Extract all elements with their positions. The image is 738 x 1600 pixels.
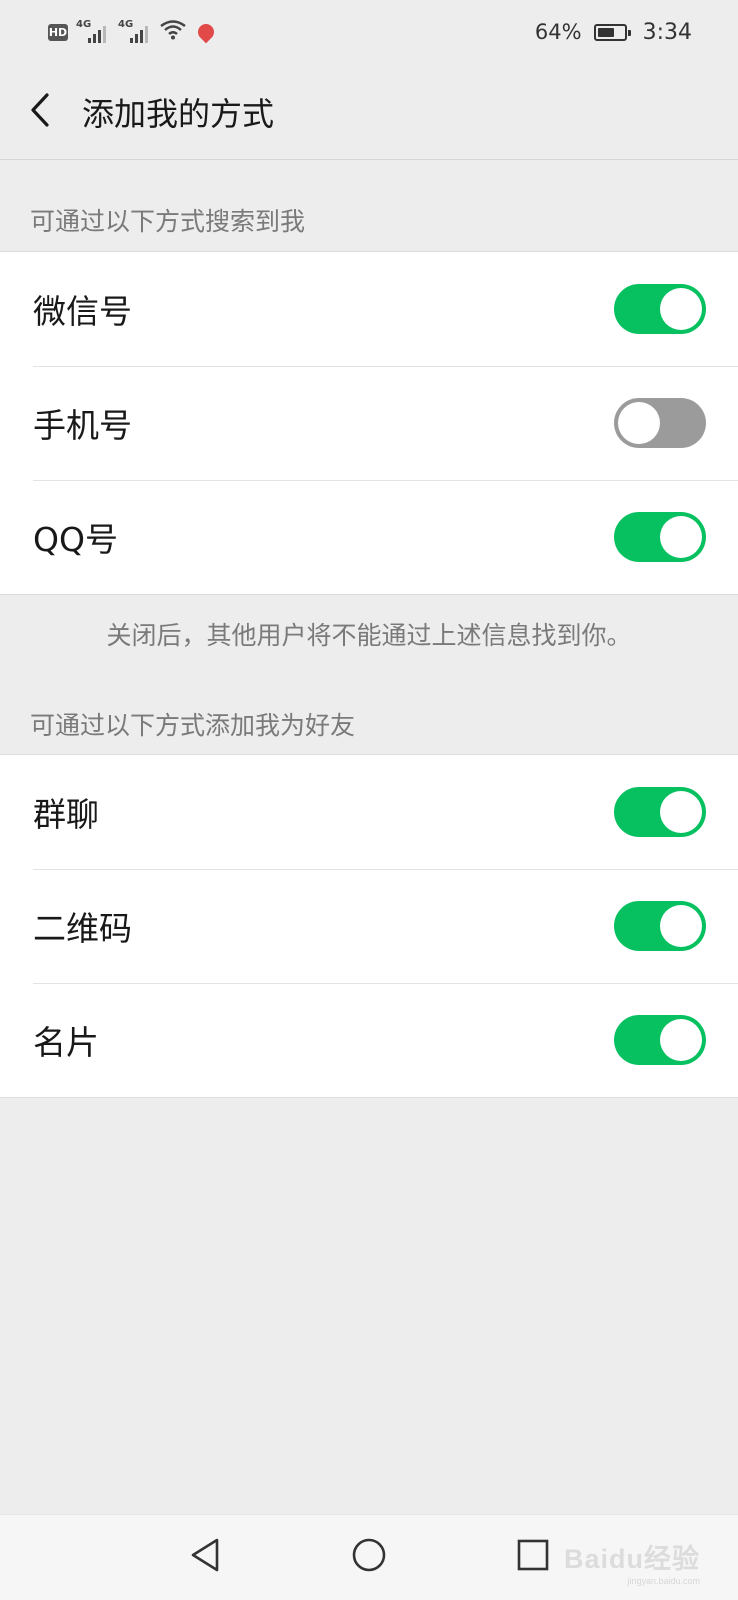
battery-icon [593,23,631,41]
location-pin-icon [194,20,218,44]
watermark-url-text: jingyan.baidu.com [627,1576,700,1586]
setting-label: 名片 [33,1023,99,1062]
search-settings-group: 微信号 手机号 QQ号 [0,251,738,595]
setting-label: QQ号 [33,520,118,559]
square-recents-icon [516,1538,550,1576]
hint-text: 关闭后，其他用户将不能通过上述信息找到你。 [106,621,632,650]
baidu-watermark: Baidu经验 jingyan.baidu.com [564,1537,700,1586]
page-title: 添加我的方式 [82,94,275,133]
setting-label: 微信号 [33,292,132,331]
setting-label: 二维码 [33,909,132,948]
toggle-switch-business-card[interactable] [614,1015,706,1065]
watermark-logo-text: Baidu经验 [563,1544,700,1574]
setting-row-qr-code: 二维码 [0,869,738,983]
toggle-switch-phone[interactable] [614,398,706,448]
network-type-label: 4G [118,19,134,30]
toggle-switch-group-chat[interactable] [614,787,706,837]
status-bar: HD 4G 4G 64% 3:34 [0,0,738,64]
clock: 3:34 [642,19,692,45]
signal-icon: 4G [118,19,152,43]
signal-icon: 4G [76,19,110,43]
status-icons-right: 64% 3:34 [535,20,692,45]
battery-percent: 64% [534,20,582,44]
system-back-button[interactable] [183,1535,227,1579]
nav-bar: 添加我的方式 [0,64,738,160]
system-nav-bar: Baidu经验 jingyan.baidu.com [0,1514,738,1600]
hd-icon: HD [48,23,68,41]
section-header-search: 可通过以下方式搜索到我 [30,207,306,236]
status-icons-left: HD 4G 4G [48,19,218,44]
back-button[interactable] [0,64,80,160]
setting-label: 手机号 [33,406,132,445]
system-recents-button[interactable] [511,1535,555,1579]
chevron-left-icon [28,92,52,132]
setting-label: 群聊 [33,795,99,834]
setting-row-group-chat: 群聊 [0,755,738,869]
triangle-back-icon [188,1537,222,1577]
toggle-knob [618,402,660,444]
add-settings-group: 群聊 二维码 名片 [0,754,738,1098]
battery-level [597,27,614,37]
toggle-switch-wechat-id[interactable] [614,284,706,334]
toggle-knob [660,1019,702,1061]
toggle-knob [660,791,702,833]
circle-home-icon [351,1537,387,1577]
system-home-button[interactable] [347,1535,391,1579]
toggle-knob [660,288,702,330]
setting-row-phone: 手机号 [0,366,738,480]
toggle-knob [660,516,702,558]
toggle-switch-qq[interactable] [614,512,706,562]
setting-row-wechat-id: 微信号 [0,252,738,366]
wifi-icon [160,20,186,44]
toggle-switch-qr-code[interactable] [614,901,706,951]
network-type-label: 4G [76,19,92,30]
setting-row-qq: QQ号 [0,480,738,594]
section-header-add: 可通过以下方式添加我为好友 [30,711,356,740]
toggle-knob [660,905,702,947]
setting-row-business-card: 名片 [0,983,738,1097]
